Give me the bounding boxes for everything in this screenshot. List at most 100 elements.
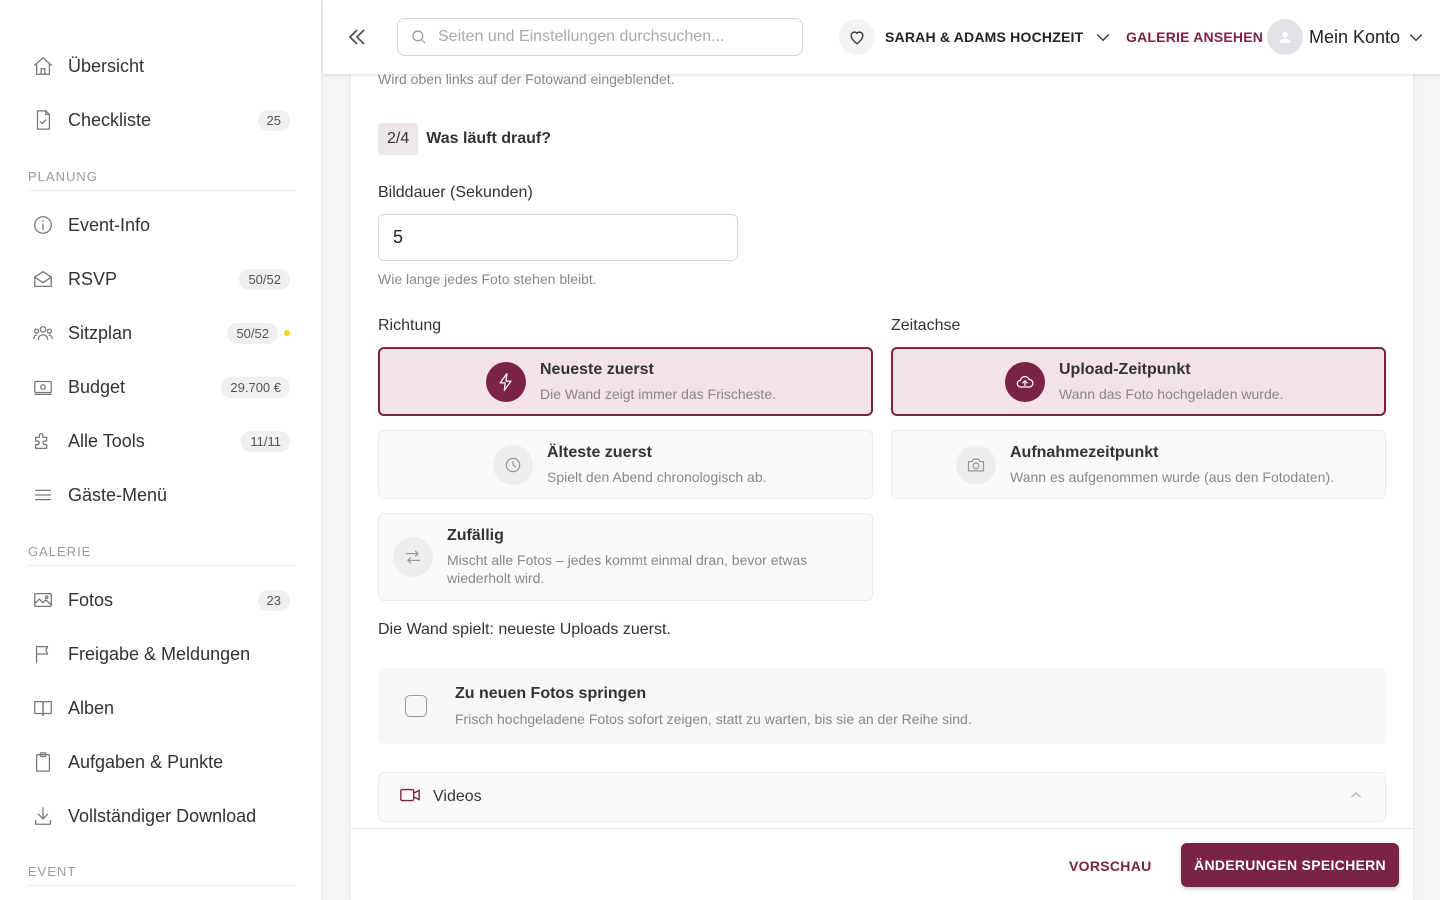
cloud-upload-icon xyxy=(1005,361,1045,402)
clipboard-icon xyxy=(28,751,60,773)
sidebar-item-label: Checkliste xyxy=(68,109,152,130)
search-input[interactable] xyxy=(438,28,798,46)
option-desc: Mischt alle Fotos – jedes kommt einmal d… xyxy=(447,552,808,586)
sidebar-item-label: Alben xyxy=(68,697,115,718)
puzzle-icon xyxy=(28,430,60,452)
sidebar-item-budget[interactable]: Budget 29.700 € xyxy=(28,367,296,407)
search-field[interactable] xyxy=(397,18,803,56)
option-oldest-first[interactable]: Älteste zuerst Spielt den Abend chronolo… xyxy=(378,430,873,499)
sidebar-item-fotos[interactable]: Fotos 23 xyxy=(28,580,296,620)
event-selector[interactable]: SARAH & ADAMS HOCHZEIT xyxy=(839,18,1113,56)
avatar xyxy=(1267,19,1303,55)
preview-button[interactable]: VORSCHAU xyxy=(1069,858,1152,874)
sidebar-item-label: Übersicht xyxy=(68,55,145,76)
camera-icon xyxy=(956,444,996,485)
settings-card: Wird oben links auf der Fotowand eingebl… xyxy=(351,60,1413,900)
view-gallery-link[interactable]: GALERIE ANSEHEN xyxy=(1126,29,1263,45)
option-newest-first[interactable]: Neueste zuerst Die Wand zeigt immer das … xyxy=(378,347,873,416)
sidebar-item-rsvp[interactable]: RSVP 50/52 xyxy=(28,259,296,299)
money-icon xyxy=(28,376,60,398)
option-title: Aufnahmezeitpunkt xyxy=(1010,443,1159,461)
sidebar-item-sitzplan[interactable]: Sitzplan 50/52 xyxy=(28,313,296,353)
chevron-up-icon xyxy=(1347,786,1385,809)
video-camera-icon xyxy=(399,784,421,811)
duration-helper: Wie lange jedes Foto stehen bleibt. xyxy=(378,271,597,287)
option-title: Älteste zuerst xyxy=(547,443,652,461)
image-icon xyxy=(28,589,60,611)
jump-title: Zu neuen Fotos springen xyxy=(455,685,647,702)
top-header: SARAH & ADAMS HOCHZEIT GALERIE ANSEHEN M… xyxy=(323,0,1440,74)
sidebar-badge: 11/11 xyxy=(241,430,290,452)
timeline-label: Zeitachse xyxy=(891,317,961,334)
sidebar-item-aufgaben[interactable]: Aufgaben & Punkte xyxy=(28,742,296,782)
sidebar: Übersicht Checkliste 25 PLANUNG Event-In… xyxy=(0,0,322,900)
account-menu[interactable]: Mein Konto xyxy=(1267,18,1426,56)
collapse-sidebar-icon[interactable] xyxy=(343,23,371,51)
clock-icon xyxy=(493,444,533,485)
info-icon xyxy=(28,214,60,236)
sidebar-item-download[interactable]: Vollständiger Download xyxy=(28,796,296,836)
step-title: Was läuft drauf? xyxy=(426,130,551,147)
section-planung: PLANUNG xyxy=(28,169,296,191)
sidebar-item-gaeste-menue[interactable]: Gäste-Menü xyxy=(28,475,296,515)
sidebar-item-checkliste[interactable]: Checkliste 25 xyxy=(28,100,296,140)
videos-label: Videos xyxy=(433,788,482,805)
status-dot xyxy=(284,330,290,336)
option-random[interactable]: Zufällig Mischt alle Fotos – jedes kommt… xyxy=(378,513,873,601)
chevron-down-icon xyxy=(1093,27,1113,47)
flag-icon xyxy=(28,643,60,665)
jump-to-new-row: Zu neuen Fotos springen Frisch hochgelad… xyxy=(378,668,1386,744)
footer-bar: VORSCHAU ÄNDERUNGEN SPEICHERN xyxy=(351,828,1413,900)
sidebar-item-label: Fotos xyxy=(68,589,114,610)
sidebar-badge: 29.700 € xyxy=(221,376,290,398)
chevron-down-icon xyxy=(1406,27,1426,47)
duration-label: Bilddauer (Sekunden) xyxy=(378,184,533,201)
sidebar-item-event-info[interactable]: Event-Info xyxy=(28,205,296,245)
envelope-icon xyxy=(28,268,60,290)
option-title: Upload-Zeitpunkt xyxy=(1059,360,1191,378)
book-icon xyxy=(28,697,60,719)
sidebar-item-freigabe[interactable]: Freigabe & Meldungen xyxy=(28,634,296,674)
sidebar-item-label: Budget xyxy=(68,376,126,397)
sidebar-item-label: Freigabe & Meldungen xyxy=(68,643,251,664)
sidebar-item-label: RSVP xyxy=(68,268,118,289)
heart-icon xyxy=(839,19,875,55)
sidebar-item-label: Aufgaben & Punkte xyxy=(68,751,224,772)
people-icon xyxy=(28,322,60,344)
sidebar-item-label: Event-Info xyxy=(68,214,151,235)
sidebar-badge: 23 xyxy=(257,589,290,611)
step-header: 2/4 Was läuft drauf? xyxy=(378,123,551,155)
jump-to-new-checkbox[interactable] xyxy=(405,695,427,717)
option-title: Zufällig xyxy=(447,527,504,544)
summary-text: Die Wand spielt: neueste Uploads zuerst. xyxy=(378,621,671,638)
shuffle-icon xyxy=(393,537,433,577)
section-event: EVENT xyxy=(28,864,296,886)
event-name: SARAH & ADAMS HOCHZEIT xyxy=(885,29,1084,45)
sidebar-badge: 25 xyxy=(257,109,290,131)
main-area: Wird oben links auf der Fotowand eingebl… xyxy=(323,0,1440,900)
save-changes-button[interactable]: ÄNDERUNGEN SPEICHERN xyxy=(1181,843,1399,887)
direction-label: Richtung xyxy=(378,317,442,334)
section-galerie: GALERIE xyxy=(28,544,296,566)
sidebar-badge: 50/52 xyxy=(239,268,290,290)
search-icon xyxy=(412,30,426,44)
sidebar-item-alben[interactable]: Alben xyxy=(28,688,296,728)
option-desc: Spielt den Abend chronologisch ab. xyxy=(547,468,767,485)
option-capture-time[interactable]: Aufnahmezeitpunkt Wann es aufgenommen wu… xyxy=(891,430,1386,499)
download-icon xyxy=(28,805,60,827)
checklist-icon xyxy=(28,109,60,131)
sidebar-item-label: Gäste-Menü xyxy=(68,484,168,505)
duration-input[interactable]: 5 xyxy=(378,214,738,261)
sidebar-item-uebersicht[interactable]: Übersicht xyxy=(28,46,296,86)
option-desc: Wann das Foto hochgeladen wurde. xyxy=(1059,385,1284,402)
menu-icon xyxy=(28,484,60,506)
option-upload-time[interactable]: Upload-Zeitpunkt Wann das Foto hochgelad… xyxy=(891,347,1386,416)
option-title: Neueste zuerst xyxy=(540,360,654,378)
sidebar-item-alle-tools[interactable]: Alle Tools 11/11 xyxy=(28,421,296,461)
videos-accordion[interactable]: Videos xyxy=(378,772,1386,822)
sidebar-item-label: Vollständiger Download xyxy=(68,805,257,826)
option-desc: Die Wand zeigt immer das Frischeste. xyxy=(540,385,776,402)
jump-desc: Frisch hochgeladene Fotos sofort zeigen,… xyxy=(455,711,972,727)
lightning-icon xyxy=(486,361,526,402)
sidebar-badge: 50/52 xyxy=(227,322,278,344)
